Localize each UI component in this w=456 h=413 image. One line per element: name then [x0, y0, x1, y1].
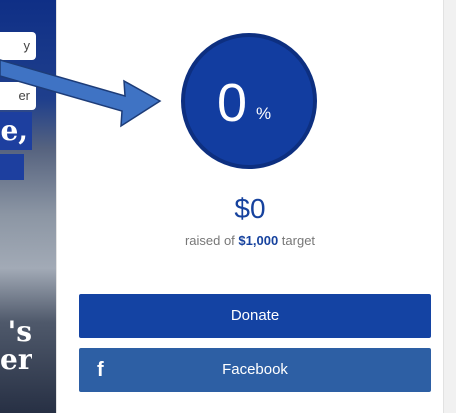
page: y er e, 's er 0 % $0 raised of $1,000 ta… [0, 0, 456, 413]
annotation-arrow-icon [0, 59, 162, 128]
